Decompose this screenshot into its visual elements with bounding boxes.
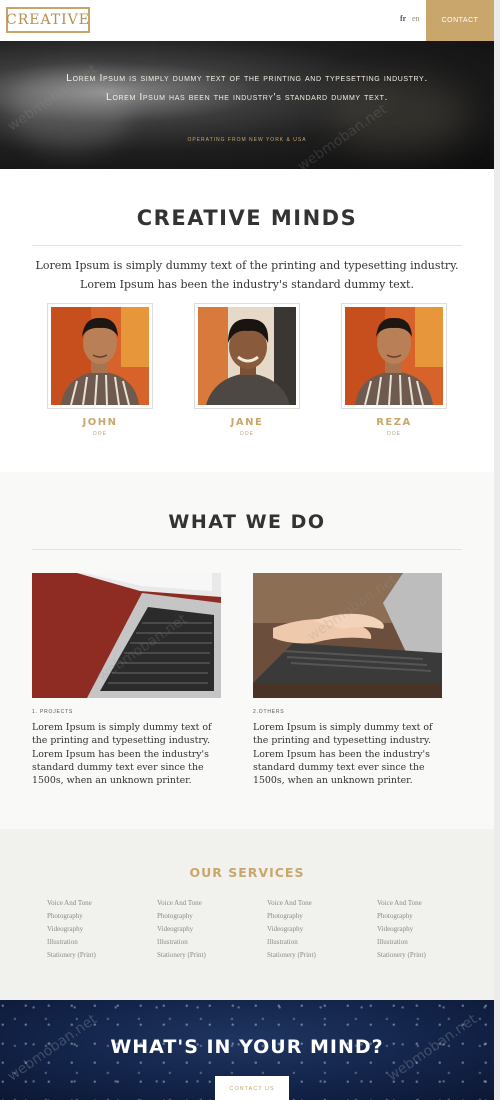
- contact-us-button[interactable]: CONTACT US: [215, 1076, 289, 1100]
- team-member-role: DOE: [387, 431, 401, 437]
- laptop-image: [32, 573, 221, 698]
- service-item[interactable]: Videography: [157, 923, 257, 936]
- service-item[interactable]: Videography: [267, 923, 367, 936]
- team-photo: [194, 303, 300, 409]
- minds-intro-text: Lorem Ipsum is simply dummy text of the …: [35, 259, 459, 291]
- work-image: [32, 573, 221, 698]
- work-item-others[interactable]: 2.OTHERS Lorem Ipsum is simply dummy tex…: [253, 573, 443, 787]
- service-item[interactable]: Voice And Tone: [157, 897, 257, 910]
- service-item[interactable]: Photography: [377, 910, 477, 923]
- lang-fr-link[interactable]: fr: [400, 14, 406, 23]
- services-column: Voice And Tone Photography Videography I…: [377, 897, 477, 962]
- contact-nav-button[interactable]: CONTACT: [426, 0, 494, 41]
- hero-text: Lorem Ipsum is simply dummy text of the …: [66, 72, 428, 103]
- service-item[interactable]: Stationery (Print): [377, 949, 477, 962]
- work-image: [253, 573, 442, 698]
- section-title-what-we-do: WHAT WE DO: [168, 511, 326, 533]
- header: CREATIVE fr en CONTACT: [0, 0, 500, 42]
- typing-image: [253, 573, 442, 698]
- team-member-john[interactable]: JOHN DOE: [47, 303, 153, 443]
- work-description: Lorem Ipsum is simply dummy text of the …: [32, 722, 212, 787]
- team-member-name: JANE: [230, 417, 264, 428]
- portrait-image: [198, 307, 296, 405]
- work-caption: 2.OTHERS: [253, 709, 285, 715]
- team-member-reza[interactable]: REZA DOE: [341, 303, 447, 443]
- services-column: Voice And Tone Photography Videography I…: [267, 897, 367, 962]
- team-member-role: DOE: [93, 431, 107, 437]
- service-item[interactable]: Illustration: [377, 936, 477, 949]
- team-photo: [341, 303, 447, 409]
- portrait-image: [345, 307, 443, 405]
- work-description: Lorem Ipsum is simply dummy text of the …: [253, 722, 433, 787]
- page: CREATIVE fr en CONTACT Lorem Ipsum is si…: [0, 0, 500, 1100]
- service-item[interactable]: Illustration: [47, 936, 147, 949]
- service-item[interactable]: Photography: [157, 910, 257, 923]
- service-item[interactable]: Videography: [47, 923, 147, 936]
- team-member-name: JOHN: [82, 417, 118, 428]
- service-item[interactable]: Stationery (Print): [47, 949, 147, 962]
- services-column: Voice And Tone Photography Videography I…: [47, 897, 147, 962]
- work-caption: 1. PROJECTS: [32, 709, 74, 715]
- cta-title: WHAT'S IN YOUR MIND?: [110, 1036, 384, 1058]
- portrait-image: [51, 307, 149, 405]
- team-member-role: DOE: [240, 431, 254, 437]
- services-column: Voice And Tone Photography Videography I…: [157, 897, 257, 962]
- divider: [32, 549, 462, 550]
- section-title-our-services: OUR SERVICES: [189, 865, 305, 880]
- logo[interactable]: CREATIVE: [6, 7, 90, 33]
- hero-banner: Lorem Ipsum is simply dummy text of the …: [0, 41, 494, 169]
- work-item-projects[interactable]: 1. PROJECTS Lorem Ipsum is simply dummy …: [32, 573, 222, 787]
- section-title-creative-minds: CREATIVE MINDS: [136, 206, 358, 230]
- service-item[interactable]: Illustration: [157, 936, 257, 949]
- scrollbar[interactable]: [494, 0, 500, 1100]
- team-member-name: REZA: [376, 417, 412, 428]
- service-item[interactable]: Illustration: [267, 936, 367, 949]
- service-item[interactable]: Voice And Tone: [267, 897, 367, 910]
- service-item[interactable]: Photography: [267, 910, 367, 923]
- service-item[interactable]: Videography: [377, 923, 477, 936]
- team-member-jane[interactable]: JANE DOE: [194, 303, 300, 443]
- team-photo: [47, 303, 153, 409]
- lang-en-link[interactable]: en: [412, 14, 420, 23]
- service-item[interactable]: Stationery (Print): [157, 949, 257, 962]
- service-item[interactable]: Voice And Tone: [47, 897, 147, 910]
- service-item[interactable]: Photography: [47, 910, 147, 923]
- divider: [32, 245, 462, 246]
- hero-subtext: OPERATING FROM NEW YORK & USA: [187, 137, 307, 143]
- service-item[interactable]: Stationery (Print): [267, 949, 367, 962]
- service-item[interactable]: Voice And Tone: [377, 897, 477, 910]
